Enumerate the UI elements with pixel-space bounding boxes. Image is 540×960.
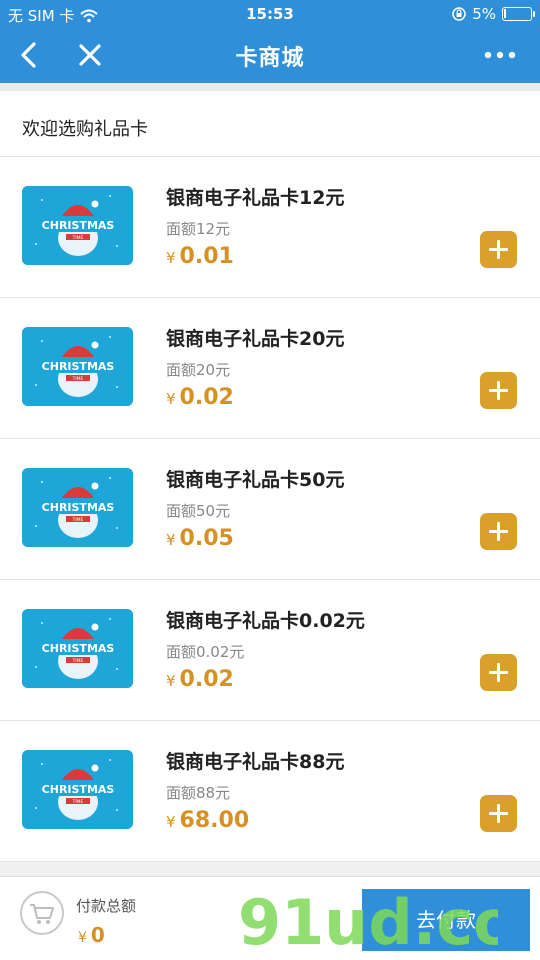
- watermark-text: 91ud.com: [238, 886, 498, 959]
- status-bar: 无 SIM 卡 15:53 5%: [0, 0, 540, 28]
- welcome-section: 欢迎选购礼品卡: [0, 91, 540, 157]
- card-art-line2: TIME: [72, 235, 84, 241]
- product-price: ¥0.02: [166, 667, 234, 692]
- product-price: ¥0.05: [166, 526, 234, 551]
- battery-icon: [502, 7, 535, 21]
- section-divider: [0, 83, 540, 91]
- product-face-value: 面额50元: [166, 502, 231, 520]
- christmas-card-art: CHRISTMAS TIME: [22, 609, 133, 688]
- product-name: 银商电子礼品卡12元: [166, 187, 345, 209]
- card-art-line2: TIME: [72, 658, 84, 664]
- price-value: 0.02: [179, 667, 234, 692]
- product-face-value: 面额0.02元: [166, 643, 245, 661]
- card-art-line2: TIME: [72, 376, 84, 382]
- product-name: 银商电子礼品卡50元: [166, 469, 345, 491]
- christmas-card-art: CHRISTMAS TIME: [22, 327, 133, 406]
- total-label: 付款总额: [76, 897, 137, 915]
- price-value: 0.05: [179, 526, 234, 551]
- cart-button[interactable]: [20, 891, 64, 935]
- card-art-line2: TIME: [72, 799, 84, 805]
- product-price: ¥68.00: [166, 808, 249, 833]
- add-to-cart-button[interactable]: [480, 654, 517, 691]
- add-to-cart-button[interactable]: [480, 372, 517, 409]
- total-value: 0: [90, 923, 105, 947]
- gift-card-image: CHRISTMAS TIME: [22, 186, 133, 265]
- page-title: 卡商城: [235, 46, 305, 71]
- card-art-line1: CHRISTMAS: [42, 783, 115, 796]
- list-item[interactable]: CHRISTMAS TIME 银商电子礼品卡50元 面额50元 ¥0.05: [0, 439, 540, 580]
- card-art-line1: CHRISTMAS: [42, 642, 115, 655]
- list-item[interactable]: CHRISTMAS TIME 银商电子礼品卡0.02元 面额0.02元 ¥0.0…: [0, 580, 540, 721]
- product-price: ¥0.02: [166, 385, 234, 410]
- list-item[interactable]: CHRISTMAS TIME 银商电子礼品卡12元 面额12元 ¥0.01: [0, 157, 540, 298]
- card-art-line2: TIME: [72, 517, 84, 523]
- price-value: 68.00: [179, 808, 250, 833]
- product-face-value: 面额12元: [166, 220, 231, 238]
- product-face-value: 面额20元: [166, 361, 231, 379]
- add-to-cart-button[interactable]: [480, 513, 517, 550]
- currency-symbol: ¥: [166, 813, 176, 831]
- gift-card-image: CHRISTMAS TIME: [22, 609, 133, 688]
- gift-card-image: CHRISTMAS TIME: [22, 327, 133, 406]
- more-options-icon[interactable]: [480, 40, 520, 70]
- list-item[interactable]: CHRISTMAS TIME 银商电子礼品卡88元 面额88元 ¥68.00: [0, 721, 540, 862]
- gift-card-image: CHRISTMAS TIME: [22, 468, 133, 547]
- currency-symbol: ¥: [166, 249, 176, 267]
- currency-symbol: ¥: [78, 930, 87, 946]
- card-art-line1: CHRISTMAS: [42, 501, 115, 514]
- total-amount: ¥0: [78, 923, 105, 947]
- welcome-text: 欢迎选购礼品卡: [22, 119, 148, 140]
- price-value: 0.01: [179, 244, 234, 269]
- product-price: ¥0.01: [166, 244, 234, 269]
- rotation-lock-icon: [452, 7, 466, 21]
- price-value: 0.02: [179, 385, 234, 410]
- product-name: 银商电子礼品卡88元: [166, 751, 345, 773]
- christmas-card-art: CHRISTMAS TIME: [22, 468, 133, 547]
- product-name: 银商电子礼品卡20元: [166, 328, 345, 350]
- card-art-line1: CHRISTMAS: [42, 219, 115, 232]
- shopping-cart-icon: [30, 904, 54, 924]
- product-face-value: 面额88元: [166, 784, 231, 802]
- card-art-line1: CHRISTMAS: [42, 360, 115, 373]
- add-to-cart-button[interactable]: [480, 231, 517, 268]
- nav-bar: 卡商城: [0, 28, 540, 83]
- currency-symbol: ¥: [166, 390, 176, 408]
- christmas-card-art: CHRISTMAS TIME: [22, 186, 133, 265]
- product-name: 银商电子礼品卡0.02元: [166, 610, 365, 632]
- list-item[interactable]: CHRISTMAS TIME 银商电子礼品卡20元 面额20元 ¥0.02: [0, 298, 540, 439]
- currency-symbol: ¥: [166, 672, 176, 690]
- site-watermark: 91ud.com: [238, 886, 498, 959]
- product-list: CHRISTMAS TIME 银商电子礼品卡12元 面额12元 ¥0.01 CH…: [0, 157, 540, 862]
- currency-symbol: ¥: [166, 531, 176, 549]
- christmas-card-art: CHRISTMAS TIME: [22, 750, 133, 829]
- battery-percent: 5%: [472, 5, 496, 23]
- gift-card-image: CHRISTMAS TIME: [22, 750, 133, 829]
- add-to-cart-button[interactable]: [480, 795, 517, 832]
